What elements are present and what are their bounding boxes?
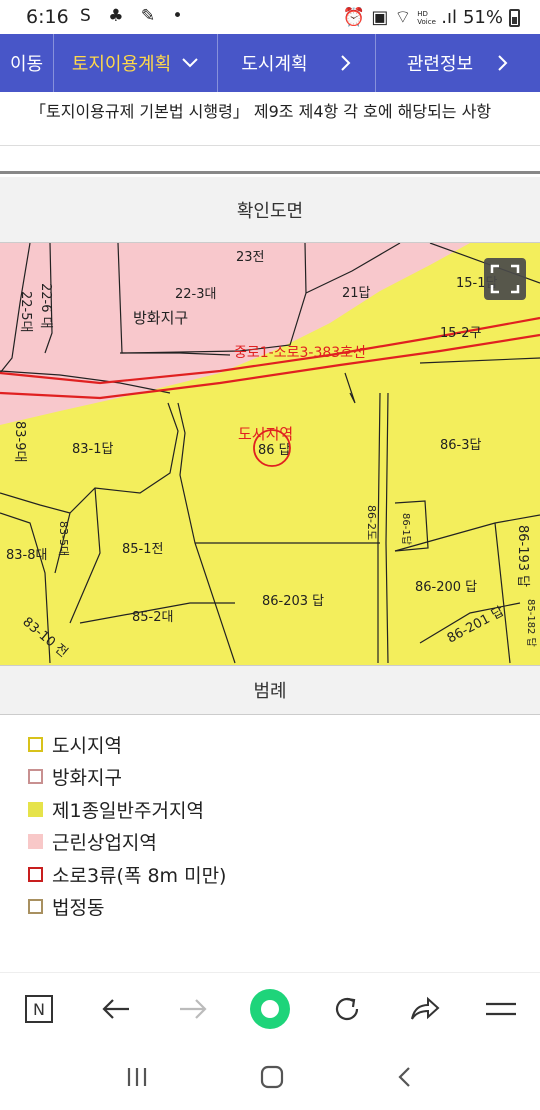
legend-section-title: 범례 [0,665,540,715]
legend-label: 소로3류(폭 8m 미만) [52,864,227,887]
parcel-label: 22-5대 [18,291,33,332]
district-label: 방화지구 [133,309,188,327]
nav-move[interactable]: 이동 [0,34,54,92]
battery-percent: 51% [462,7,503,28]
status-time: 6:16 [26,6,69,28]
fire-district-area [0,243,470,425]
parcel-label: 86 답 [258,443,291,458]
nav-land-use-label: 토지이용계획 [71,54,172,75]
legend-swatch [28,769,43,785]
parcel-label: 85-1전 [122,542,163,557]
legend-item: 근린상업지역 [28,826,226,859]
refresh-button[interactable] [324,986,370,1032]
parcel-label: 86-203 답 [262,594,324,609]
parcel-label: 21답 [342,286,371,301]
svg-text:N: N [33,1000,45,1019]
cadastral-map[interactable]: 23전 22-3대 21답 22-5대 22-6 대 방화지구 15-1답 15… [0,243,540,665]
parcel-label: 83-10 전 [19,615,70,661]
road-label: 중로1-소로3-383호선 [234,345,366,361]
refresh-icon [336,997,359,1020]
parcel-label: 15-2구 [440,326,482,341]
parcel-label: 85-2대 [132,610,173,625]
divider [0,146,540,174]
parcel-label: 22-6 대 [38,283,53,329]
legend-label: 제1종일반주거지역 [52,799,204,822]
parcel-label: 86-3답 [440,438,482,453]
nav-related-info[interactable]: 관련정보 [376,34,540,92]
legend-swatch [28,801,43,817]
fullscreen-button[interactable] [484,258,526,300]
back-button[interactable] [93,986,139,1032]
legend-item: 제1종일반주거지역 [28,793,226,826]
parcel-label: 83-5대 [57,521,70,556]
home-dot-icon [249,988,290,1029]
legend-label: 도시지역 [52,734,122,757]
legend-swatch [28,866,43,882]
parcel-label: 83-9대 [12,421,27,462]
notification-icons: S ♣ ✎ • [80,6,189,26]
legend-item: 법정동 [28,891,226,924]
legend-label: 법정동 [52,897,105,920]
parcel-label: 23전 [236,250,265,265]
share-button[interactable] [401,986,447,1032]
zone-label: 도시지역 [238,425,293,443]
menu-icon [486,1002,517,1015]
nav-city-plan[interactable]: 도시계획 [218,34,376,92]
alarm-icon: ⏰ [342,7,366,28]
naver-button[interactable]: N [16,986,62,1032]
chevron-right-icon [340,55,351,71]
lock-icon: ▣ [371,7,389,28]
parcel-label: 86-193 답 [515,525,530,587]
naver-icon: N [24,994,53,1023]
system-nav-bar [0,1044,540,1110]
parcel-label: 86-200 답 [415,580,477,595]
hd-voice-label: HD Voice [417,9,436,26]
system-back-icon[interactable] [395,1065,415,1089]
parcel-label: 83-8대 [6,548,47,563]
parcel-label: 86-1답 [400,513,412,545]
wifi-icon: ⌔ [394,7,412,28]
chevron-down-icon [182,58,198,68]
parcel-label: 83-1답 [72,442,114,457]
nav-move-label: 이동 [9,54,44,75]
chevron-right-icon [498,55,508,71]
legend-item: 방화지구 [28,761,226,794]
regulation-notice: 「토지이용규제 기본법 시행령」 제9조 제4항 각 호에 해당되는 사항 [0,92,540,146]
nav-related-label: 관련정보 [406,54,474,75]
legend-swatch [28,736,43,752]
menu-button[interactable] [478,986,524,1032]
legend-label: 방화지구 [52,767,122,790]
home-icon[interactable] [259,1064,285,1090]
legend-swatch [28,834,43,850]
recent-apps-icon[interactable] [125,1066,149,1088]
back-arrow-icon [102,998,129,1019]
forward-button[interactable] [170,986,216,1032]
legend-label: 근린상업지역 [52,832,157,855]
battery-icon [509,8,520,27]
status-bar: 6:16 S ♣ ✎ • ⏰ ▣ ⌔ HD Voice .ıl 51% [0,0,540,34]
share-icon [411,996,440,1020]
nav-land-use-plan[interactable]: 토지이용계획 [54,34,218,92]
browser-toolbar: N [0,972,540,1044]
top-nav: 이동 토지이용계획 도시계획 관련정보 [0,34,540,92]
legend-list: 도시지역 방화지구 제1종일반주거지역 근린상업지역 소로3류(폭 8m 미만)… [28,728,226,923]
forward-arrow-icon [179,998,207,1019]
parcel-label: 22-3대 [175,287,216,302]
legend-item: 도시지역 [28,728,226,761]
parcel-label: 86-201 답 [445,604,507,646]
parcel-label: 85-182 답 [525,599,537,647]
home-button[interactable] [247,986,293,1032]
signal-icon: .ıl [441,7,457,28]
legend-swatch [28,899,43,915]
parcel-label: 86-2도 [365,505,378,540]
nav-city-plan-label: 도시계획 [241,54,308,75]
legend-item: 소로3류(폭 8m 미만) [28,858,226,891]
status-right: ⏰ ▣ ⌔ HD Voice .ıl 51% [343,6,520,29]
map-section-title: 확인도면 [0,177,540,243]
